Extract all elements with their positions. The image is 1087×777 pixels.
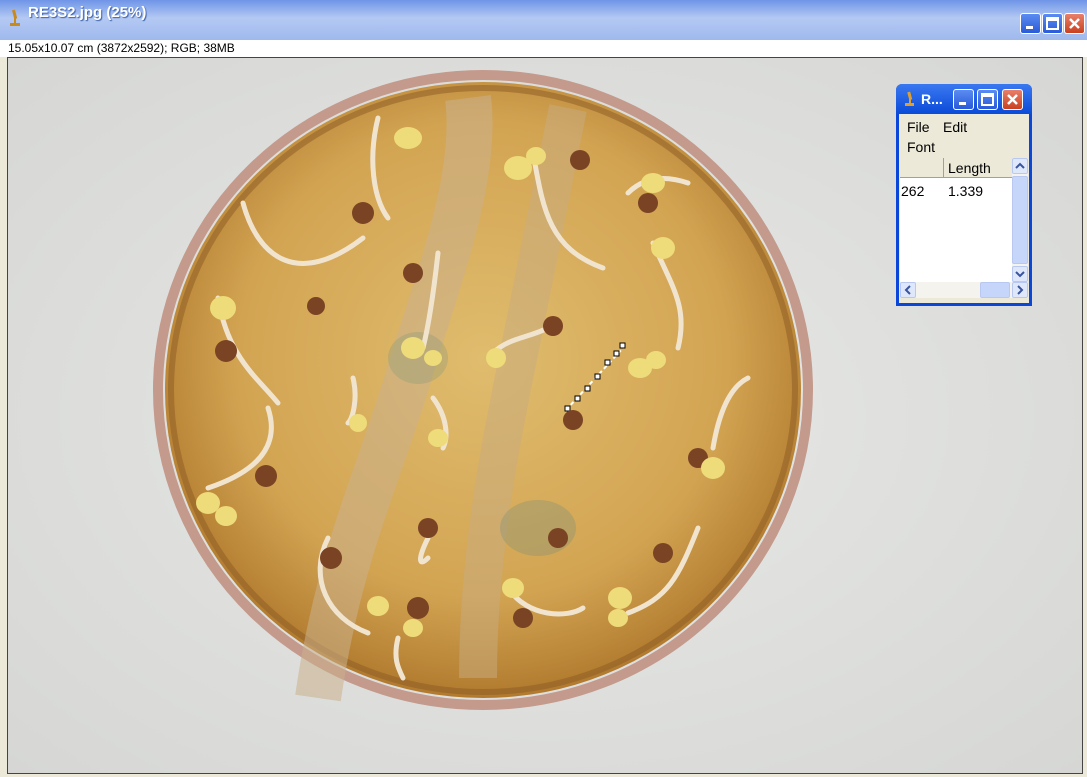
chevron-up-icon (1015, 162, 1025, 169)
scroll-right-button[interactable] (1012, 282, 1028, 298)
results-title: R... (921, 91, 943, 107)
results-close-button[interactable] (1002, 89, 1023, 110)
minimize-icon (959, 102, 966, 105)
minimize-icon (1026, 26, 1033, 29)
chevron-down-icon (1015, 271, 1025, 278)
menu-font[interactable]: Font (907, 138, 935, 156)
maximize-button[interactable] (1042, 13, 1063, 34)
results-body: File Edit Font Length 262 1.339 (899, 114, 1029, 303)
scroll-left-button[interactable] (900, 282, 916, 298)
close-icon (1007, 94, 1018, 105)
menu-file[interactable]: File (907, 118, 930, 136)
row-length-cell[interactable]: 1.339 (948, 182, 983, 200)
horizontal-scrollbar[interactable] (900, 282, 1028, 298)
column-header-index[interactable] (900, 158, 944, 178)
window-title: RE3S2.jpg (25%) (28, 4, 147, 21)
close-icon (1069, 18, 1080, 29)
maximize-icon (1046, 17, 1059, 30)
results-minimize-button[interactable] (953, 89, 974, 110)
scroll-up-button[interactable] (1012, 158, 1028, 174)
vertical-scroll-thumb[interactable] (1012, 176, 1028, 264)
image-info-bar: 15.05x10.07 cm (3872x2592); RGB; 38MB (0, 40, 1087, 57)
column-header-length[interactable]: Length (944, 158, 1012, 178)
microscope-icon (905, 91, 914, 106)
microscope-icon (10, 9, 20, 26)
row-index-cell[interactable]: 262 (901, 182, 924, 200)
maximize-icon (981, 93, 994, 106)
menu-edit[interactable]: Edit (943, 118, 967, 136)
results-window: R... File Edit Font Length 262 1.339 (896, 84, 1032, 306)
horizontal-scroll-thumb[interactable] (980, 282, 1010, 298)
results-title-bar[interactable]: R... (896, 84, 1032, 114)
chevron-left-icon (904, 285, 911, 295)
title-bar[interactable]: RE3S2.jpg (25%) (0, 0, 1087, 40)
chevron-right-icon (1017, 285, 1024, 295)
minimize-button[interactable] (1020, 13, 1041, 34)
results-table[interactable]: Length 262 1.339 (900, 158, 1012, 282)
vertical-scrollbar[interactable] (1012, 158, 1028, 282)
scroll-down-button[interactable] (1012, 266, 1028, 282)
results-maximize-button[interactable] (977, 89, 998, 110)
close-button[interactable] (1064, 13, 1085, 34)
